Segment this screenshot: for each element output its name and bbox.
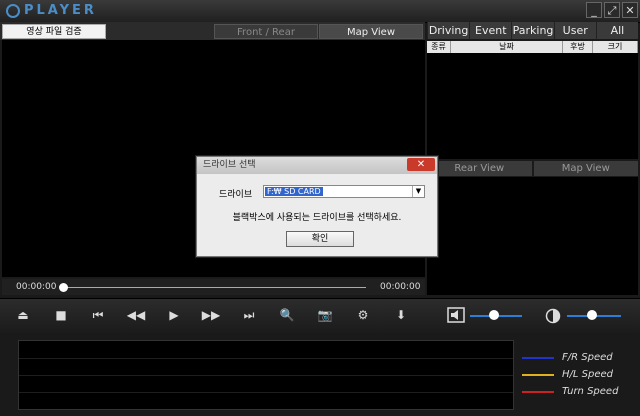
tab-rear-view[interactable]: Rear View	[427, 161, 532, 176]
stop-icon[interactable]: ■	[51, 306, 71, 324]
play-icon[interactable]: ▶	[164, 306, 184, 324]
last-icon[interactable]: ⏭	[239, 306, 259, 324]
tab-parking[interactable]: Parking	[511, 22, 554, 39]
ok-button[interactable]: 확인	[286, 231, 354, 247]
title-bar: PLAYER _ ⤢ ✕	[0, 0, 640, 23]
rewind-icon[interactable]: ◀◀	[126, 306, 146, 324]
brightness-icon[interactable]	[545, 308, 561, 324]
dialog-title: 드라이브 선택	[197, 157, 437, 174]
tab-map-view-right[interactable]: Map View	[533, 161, 638, 176]
legend-item: Turn Speed	[522, 386, 618, 397]
legend-item: H/L Speed	[522, 369, 613, 380]
legend-label: H/L Speed	[562, 369, 613, 380]
speaker-icon[interactable]	[447, 307, 465, 323]
drive-select-value: F:₩ SD CARD	[265, 187, 323, 196]
legend-item: F/R Speed	[522, 352, 613, 363]
brightness-thumb[interactable]	[587, 310, 597, 320]
drive-select-dialog: 드라이브 선택 ✕ 드라이브 F:₩ SD CARD ▼ 블랙박스에 사용되는 …	[196, 156, 438, 257]
tab-user[interactable]: User	[553, 22, 596, 39]
file-type-tabs: Driving Event Parking User All	[427, 22, 639, 40]
legend-label: Turn Speed	[562, 386, 619, 397]
speed-graph	[18, 340, 514, 410]
chevron-down-icon[interactable]: ▼	[412, 186, 424, 197]
time-end: 00:00:00	[380, 282, 421, 292]
file-list[interactable]	[427, 53, 638, 159]
column-type[interactable]: 종류	[427, 41, 451, 53]
drive-select[interactable]: F:₩ SD CARD ▼	[263, 185, 425, 198]
camera-icon[interactable]: 📷	[315, 306, 335, 324]
view-tabs: Rear View Map View	[427, 161, 638, 177]
zoom-icon[interactable]: 🔍	[277, 306, 297, 324]
column-rear[interactable]: 후방	[563, 41, 593, 53]
minimize-button[interactable]: _	[586, 2, 602, 18]
volume-thumb[interactable]	[489, 310, 499, 320]
forward-icon[interactable]: ▶▶	[201, 306, 221, 324]
time-start: 00:00:00	[16, 282, 57, 292]
file-list-header: 종류 날짜 후방 크기	[427, 41, 638, 53]
tab-event[interactable]: Event	[469, 22, 512, 39]
tab-map-view[interactable]: Map View	[319, 24, 423, 39]
maximize-button[interactable]: ⤢	[604, 2, 620, 18]
tab-all[interactable]: All	[595, 22, 639, 39]
eject-icon[interactable]: ⏏	[13, 306, 33, 324]
column-date[interactable]: 날짜	[451, 41, 563, 53]
save-icon[interactable]: ⬇	[391, 306, 411, 324]
first-icon[interactable]: ⏮	[88, 306, 108, 324]
seek-slider[interactable]	[62, 287, 366, 288]
tab-front-rear[interactable]: Front / Rear	[214, 24, 318, 39]
tab-driving[interactable]: Driving	[427, 22, 470, 39]
app-logo: PLAYER	[6, 3, 97, 18]
legend-swatch	[522, 356, 554, 359]
drive-label: 드라이브	[219, 190, 253, 200]
legend-swatch	[522, 373, 554, 376]
column-size[interactable]: 크기	[593, 41, 638, 53]
dialog-message: 블랙박스에 사용되는 드라이브를 선택하세요.	[232, 213, 402, 223]
seek-thumb[interactable]	[59, 283, 68, 292]
rear-view-area	[427, 177, 638, 295]
verify-file-button[interactable]: 영상 파일 검증	[2, 24, 106, 39]
legend-label: F/R Speed	[562, 352, 613, 363]
legend-swatch	[522, 390, 554, 393]
app-title: PLAYER	[24, 3, 97, 18]
settings-icon[interactable]: ⚙	[353, 306, 373, 324]
close-button[interactable]: ✕	[622, 2, 638, 18]
logo-icon	[6, 3, 20, 18]
dialog-close-button[interactable]: ✕	[407, 158, 435, 171]
